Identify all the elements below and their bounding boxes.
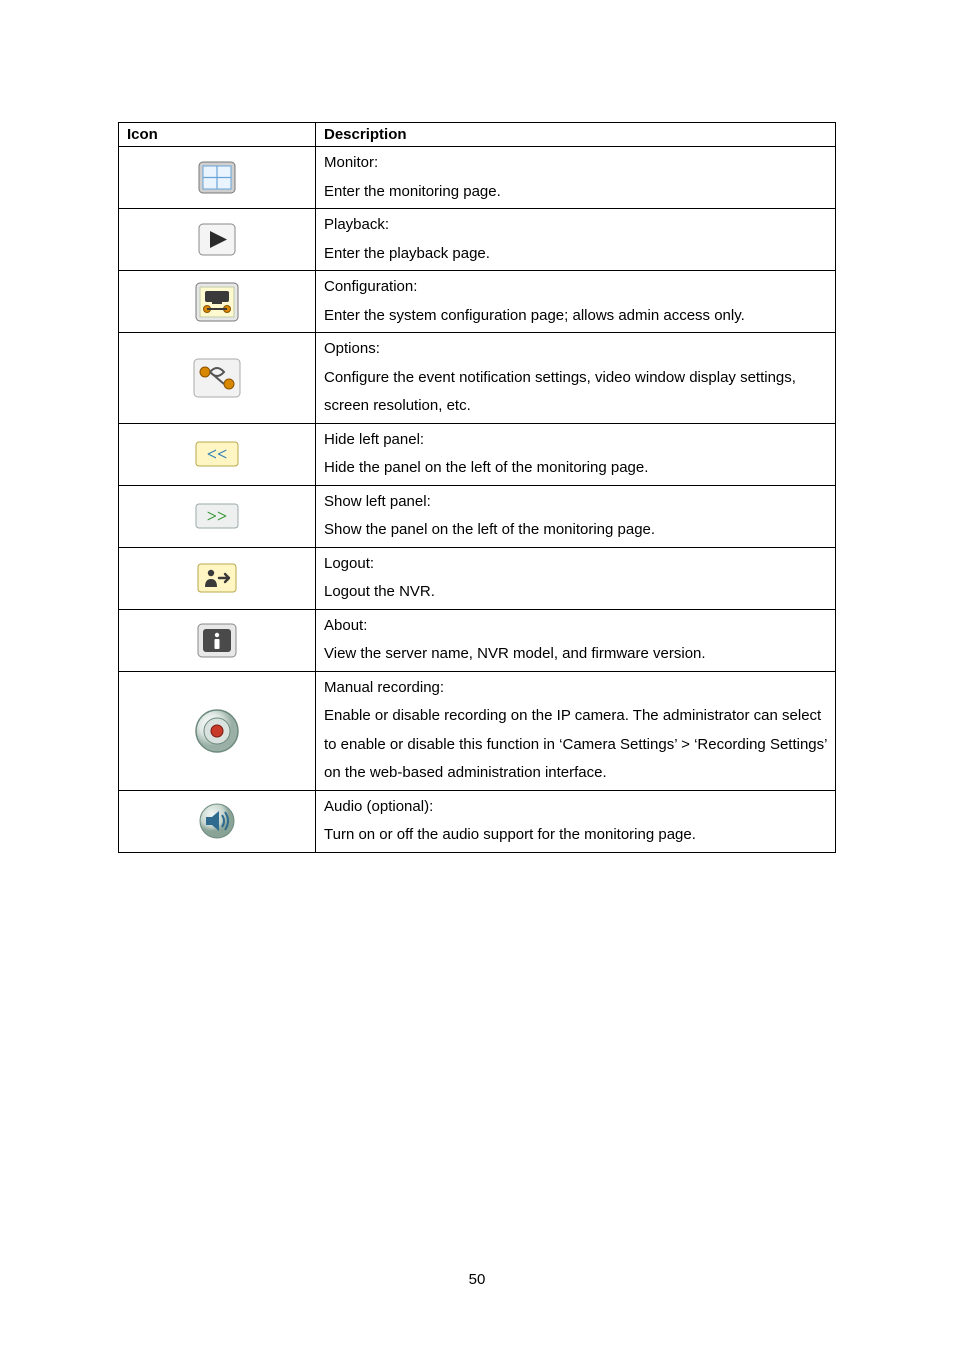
about-title: About:	[324, 617, 367, 634]
audio-title: Audio (optional):	[324, 798, 433, 815]
table-row: Monitor: Enter the monitoring page.	[119, 147, 836, 209]
configuration-desc: Enter the system configuration page; all…	[324, 307, 745, 324]
monitor-title: Monitor:	[324, 154, 378, 171]
icon-description-table: Icon Description	[118, 122, 836, 853]
manual-recording-title: Manual recording:	[324, 679, 444, 696]
show-left-panel-title: Show left panel:	[324, 493, 431, 510]
table-row: About: View the server name, NVR model, …	[119, 609, 836, 671]
table-row: Manual recording: Enable or disable reco…	[119, 671, 836, 790]
table-row: Audio (optional): Turn on or off the aud…	[119, 790, 836, 852]
page-number: 50	[0, 1271, 954, 1288]
monitor-desc: Enter the monitoring page.	[324, 183, 501, 200]
table-row: Playback: Enter the playback page.	[119, 209, 836, 271]
show-left-panel-desc: Show the panel on the left of the monito…	[324, 521, 655, 538]
table-row: << Hide left panel: Hide the panel on th…	[119, 423, 836, 485]
configuration-icon	[119, 271, 316, 333]
hide-left-panel-title: Hide left panel:	[324, 431, 424, 448]
manual-recording-icon	[119, 671, 316, 790]
logout-desc: Logout the NVR.	[324, 583, 435, 600]
playback-icon	[119, 209, 316, 271]
options-icon	[119, 333, 316, 424]
audio-desc: Turn on or off the audio support for the…	[324, 826, 696, 843]
table-row: Logout: Logout the NVR.	[119, 547, 836, 609]
about-desc: View the server name, NVR model, and fir…	[324, 645, 706, 662]
table-row: >> Show left panel: Show the panel on th…	[119, 485, 836, 547]
logout-title: Logout:	[324, 555, 374, 572]
configuration-title: Configuration:	[324, 278, 417, 295]
options-desc: Configure the event notification setting…	[324, 369, 796, 415]
show-left-panel-icon: >>	[119, 485, 316, 547]
hide-left-panel-desc: Hide the panel on the left of the monito…	[324, 459, 648, 476]
manual-recording-desc: Enable or disable recording on the IP ca…	[324, 707, 827, 781]
audio-icon	[119, 790, 316, 852]
about-icon	[119, 609, 316, 671]
table-row: Options: Configure the event notificatio…	[119, 333, 836, 424]
playback-desc: Enter the playback page.	[324, 245, 490, 262]
playback-title: Playback:	[324, 216, 389, 233]
svg-text:<<: <<	[207, 444, 228, 464]
monitor-icon	[119, 147, 316, 209]
svg-text:>>: >>	[207, 506, 228, 526]
table-row: Configuration: Enter the system configur…	[119, 271, 836, 333]
table-header-icon: Icon	[119, 123, 316, 147]
hide-left-panel-icon: <<	[119, 423, 316, 485]
logout-icon	[119, 547, 316, 609]
options-title: Options:	[324, 340, 380, 357]
table-header-description: Description	[316, 123, 836, 147]
